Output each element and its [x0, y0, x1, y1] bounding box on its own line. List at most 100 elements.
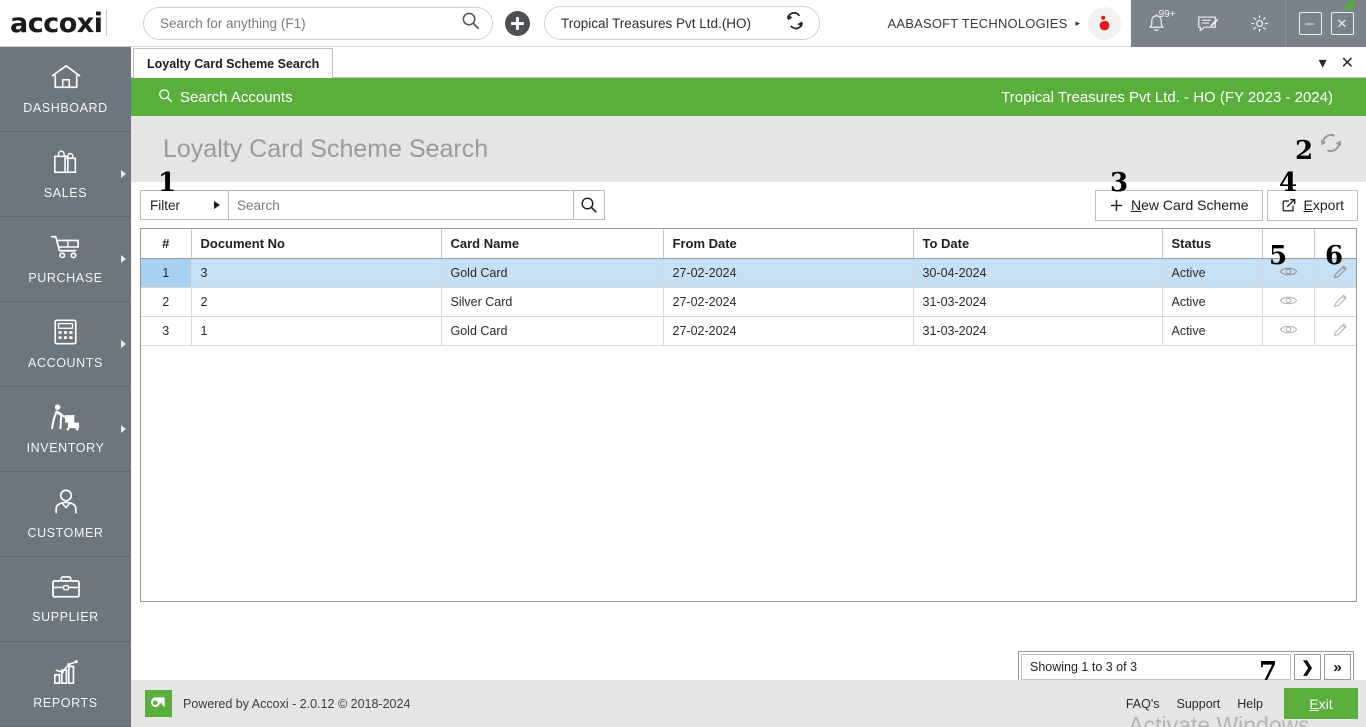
column-header-card-name[interactable]: Card Name	[441, 229, 664, 259]
edit-row-button[interactable]	[1314, 258, 1356, 288]
new-card-scheme-label: New Card Scheme	[1131, 197, 1249, 213]
column-header-view	[1262, 229, 1315, 259]
help-link[interactable]: Help	[1237, 697, 1263, 711]
sidebar-item-label: SALES	[43, 186, 88, 200]
tab-label: Loyalty Card Scheme Search	[147, 56, 320, 71]
grid-search-input[interactable]	[229, 191, 573, 219]
sidebar-item-accounts[interactable]: ACCOUNTS	[0, 302, 131, 387]
close-button[interactable]: ✕	[1330, 11, 1354, 35]
next-page-button[interactable]: ❯	[1294, 654, 1321, 680]
cell-card-name: Gold Card	[441, 316, 664, 346]
chevron-right-icon	[121, 170, 126, 178]
exit-button[interactable]: Exit	[1284, 688, 1358, 719]
sidebar-item-supplier[interactable]: SUPPLIER	[0, 557, 131, 642]
sidebar-item-purchase[interactable]: PURCHASE	[0, 217, 131, 302]
cell-document-no: 3	[191, 258, 442, 288]
edit-row-button[interactable]	[1314, 287, 1356, 317]
tab-list-dropdown-icon[interactable]: ▾	[1319, 53, 1327, 73]
cell-index: 1	[141, 258, 192, 288]
cell-status: Active	[1162, 287, 1263, 317]
powered-by-text: Powered by Accoxi - 2.0.12 © 2018-2024	[183, 696, 411, 711]
column-header-status[interactable]: Status	[1162, 229, 1263, 259]
cell-document-no: 2	[191, 287, 442, 317]
column-header-document-no[interactable]: Document No	[191, 229, 442, 259]
pagination: Showing 1 to 3 of 3 ❯ »	[1018, 651, 1354, 683]
avatar[interactable]	[1088, 6, 1121, 40]
app-logo: accoxi	[0, 0, 1356, 47]
new-card-scheme-button[interactable]: New Card Scheme	[1095, 189, 1263, 221]
edit-row-button[interactable]	[1314, 316, 1356, 346]
logo-divider	[106, 10, 108, 36]
search-input[interactable]	[160, 15, 461, 31]
chevron-right-icon	[121, 340, 126, 348]
top-header: accoxi Tropical Treasures Pvt Ltd.(HO)	[0, 0, 1366, 47]
main-content: Loyalty Card Scheme Search ▾ ✕ Search Ac…	[131, 47, 1366, 727]
search-icon[interactable]	[461, 11, 480, 35]
cell-from-date: 27-02-2024	[663, 287, 914, 317]
cell-status: Active	[1162, 258, 1263, 288]
gear-icon[interactable]	[1242, 8, 1276, 38]
table-row[interactable]: 2 2 Silver Card 27-02-2024 31-03-2024 Ac…	[141, 287, 1356, 317]
view-row-button[interactable]	[1262, 287, 1315, 317]
cell-card-name: Gold Card	[441, 258, 664, 288]
sidebar-item-sales[interactable]: SALES	[0, 132, 131, 217]
table-row[interactable]: 1 3 Gold Card 27-02-2024 30-04-2024 Acti…	[141, 258, 1356, 288]
bar-chart-icon	[51, 658, 81, 691]
application-window: accoxi Tropical Treasures Pvt Ltd.(HO)	[0, 0, 1366, 727]
cell-status: Active	[1162, 316, 1263, 346]
sidebar: DASHBOARD SALES PURCHASE ACCOUNTS INVENT…	[0, 47, 131, 727]
column-header-index[interactable]: #	[141, 229, 192, 259]
branch-name: Tropical Treasures Pvt Ltd.(HO)	[561, 15, 752, 31]
chevron-right-icon[interactable]: ▸	[1075, 18, 1080, 29]
export-button[interactable]: Export	[1266, 189, 1358, 221]
notifications-button[interactable]: 99+	[1140, 8, 1176, 38]
table-header-row: # Document No Card Name From Date To Dat…	[141, 229, 1356, 259]
tab-close-icon[interactable]: ✕	[1341, 53, 1354, 73]
table-row[interactable]: 3 1 Gold Card 27-02-2024 31-03-2024 Acti…	[141, 316, 1356, 346]
search-accounts-link[interactable]: Search Accounts	[158, 88, 293, 107]
branch-selector[interactable]: Tropical Treasures Pvt Ltd.(HO)	[544, 6, 820, 40]
last-page-button[interactable]: »	[1324, 654, 1351, 680]
column-header-to-date[interactable]: To Date	[913, 229, 1163, 259]
tab-loyalty-card-scheme-search[interactable]: Loyalty Card Scheme Search	[133, 48, 334, 78]
chevron-right-icon	[214, 201, 220, 209]
global-search-box[interactable]	[143, 6, 493, 40]
company-menu[interactable]: AABASOFT TECHNOLOGIES ▸	[887, 6, 1131, 40]
card-scheme-table: # Document No Card Name From Date To Dat…	[141, 229, 1356, 346]
sidebar-item-customer[interactable]: CUSTOMER	[0, 472, 131, 557]
view-row-button[interactable]	[1262, 316, 1315, 346]
view-row-button[interactable]	[1262, 258, 1315, 288]
sidebar-item-label: ACCOUNTS	[28, 356, 103, 370]
refresh-icon[interactable]	[1318, 130, 1344, 156]
filter-dropdown[interactable]: Filter	[141, 191, 229, 219]
faq-link[interactable]: FAQ's	[1126, 697, 1160, 711]
search-accounts-label: Search Accounts	[180, 88, 293, 106]
column-header-from-date[interactable]: From Date	[663, 229, 914, 259]
footer-links: FAQ's Support Help Exit	[1126, 688, 1366, 719]
cart-icon	[49, 233, 83, 266]
support-link[interactable]: Support	[1177, 697, 1221, 711]
sidebar-item-inventory[interactable]: INVENTORY	[0, 387, 131, 472]
tab-controls: ▾ ✕	[1319, 53, 1366, 77]
cell-to-date: 31-03-2024	[913, 287, 1163, 317]
chevron-right-icon	[121, 255, 126, 263]
minimize-button[interactable]: ─	[1298, 11, 1322, 35]
cell-index: 3	[141, 316, 192, 346]
sidebar-item-reports[interactable]: REPORTS	[0, 642, 131, 727]
grid-search-button[interactable]	[573, 191, 604, 219]
filter-search-group: Filter	[140, 190, 605, 220]
sidebar-item-label: INVENTORY	[26, 441, 105, 455]
switch-branch-icon[interactable]	[785, 11, 805, 35]
sidebar-item-label: CUSTOMER	[27, 526, 104, 540]
page-header: Loyalty Card Scheme Search	[131, 116, 1366, 182]
accoxi-logo-icon	[145, 690, 172, 717]
cell-index: 2	[141, 287, 192, 317]
notifications-badge: 99+	[1158, 9, 1176, 20]
pagination-info: Showing 1 to 3 of 3	[1021, 654, 1291, 680]
sidebar-item-label: SUPPLIER	[32, 610, 99, 624]
search-toolbar: Filter New Card Scheme Expor	[131, 182, 1366, 228]
sidebar-item-dashboard[interactable]: DASHBOARD	[0, 47, 131, 132]
footer: Powered by Accoxi - 2.0.12 © 2018-2024 F…	[131, 680, 1366, 727]
messages-button[interactable]	[1191, 8, 1225, 38]
add-new-button[interactable]	[505, 10, 530, 36]
